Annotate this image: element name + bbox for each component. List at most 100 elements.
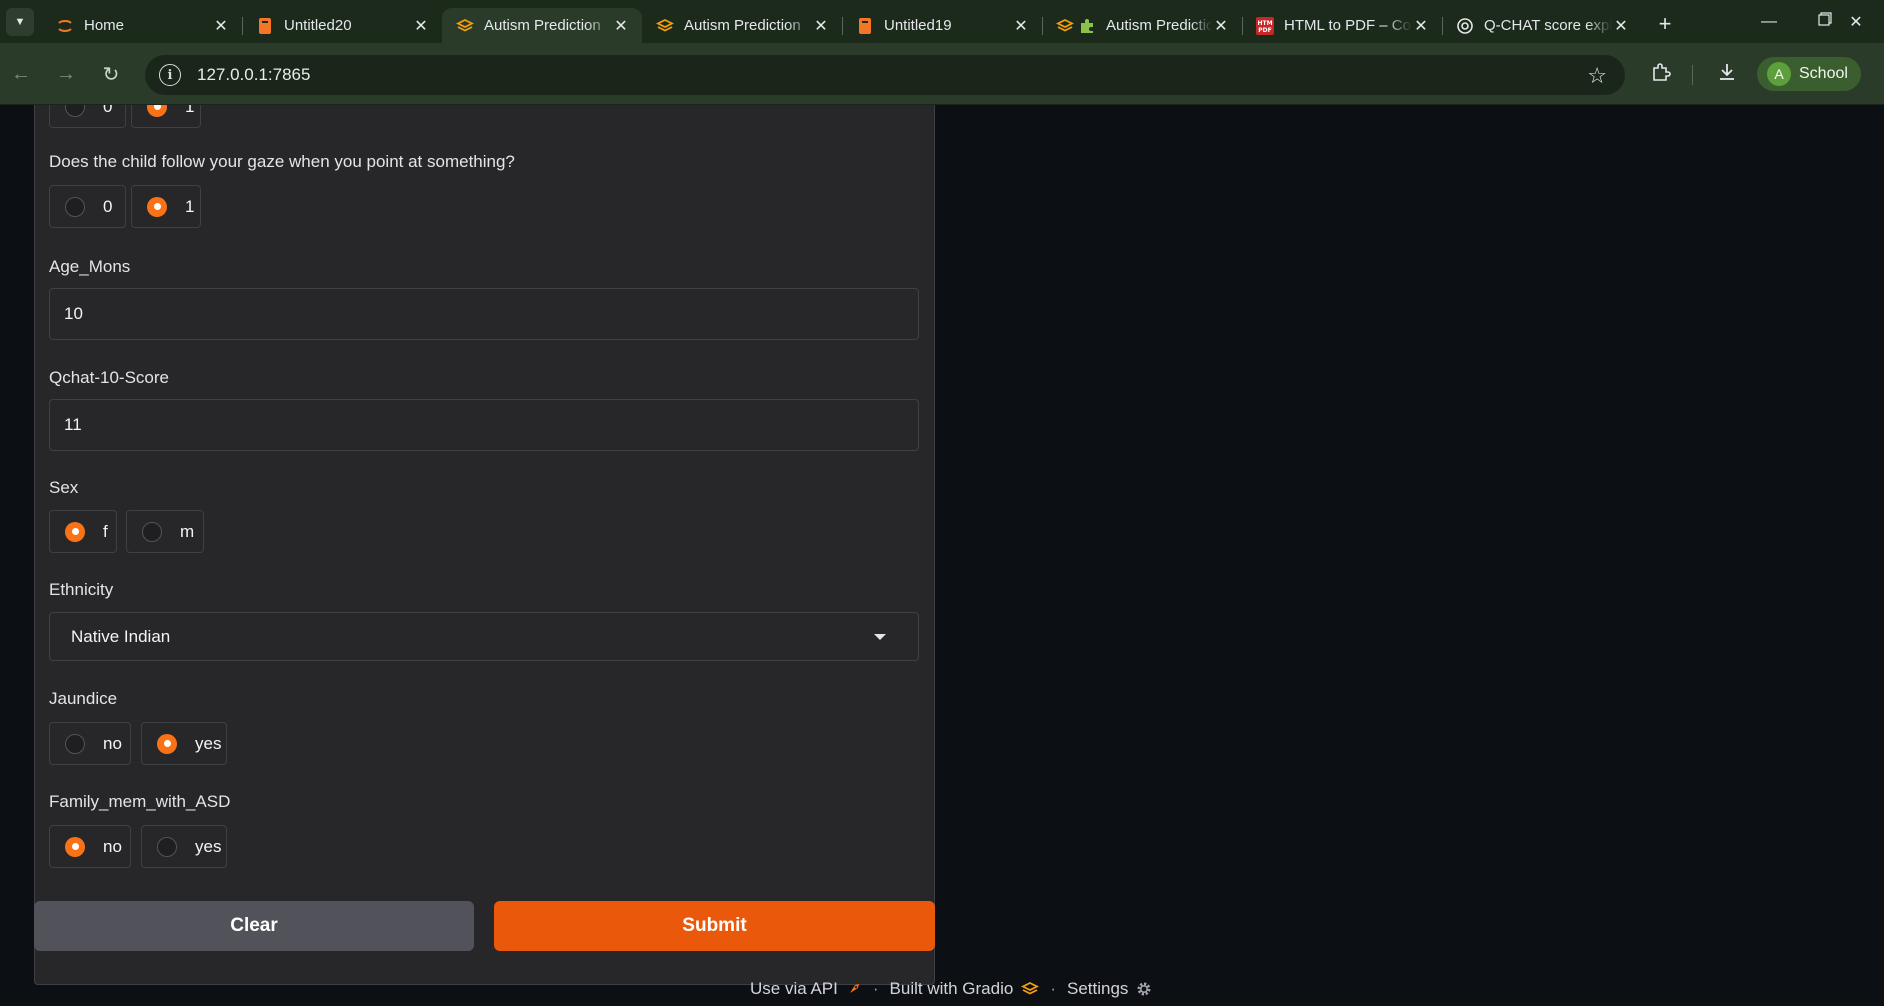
age-input-box[interactable] (49, 288, 919, 340)
tab-untitled19[interactable]: Untitled19 ✕ (842, 8, 1043, 43)
ethnicity-selected-value: Native Indian (71, 626, 171, 646)
ethnicity-dropdown[interactable]: Native Indian (49, 612, 919, 661)
family-option-yes[interactable]: yes (141, 825, 227, 868)
gradio-icon (1056, 17, 1074, 35)
close-icon[interactable]: ✕ (1412, 16, 1430, 36)
radio-button-checked[interactable] (65, 521, 85, 542)
ethnicity-label: Ethnicity (49, 580, 114, 599)
family-option-no[interactable]: no (49, 825, 131, 868)
tab-autism-prediction-hf[interactable]: Autism Prediction ✕ (1042, 8, 1243, 43)
browser-tab-strip: ▼ Home ✕ Untitled20 ✕ Autism Prediction … (0, 0, 1884, 43)
footer: Use via API · Built with Gradio · Settin… (750, 977, 1152, 1001)
gaze-option-1[interactable]: 1 (131, 185, 201, 228)
close-icon[interactable]: ✕ (1212, 16, 1230, 36)
forward-arrow-icon: → (56, 62, 76, 85)
radio-label: m (180, 521, 195, 541)
tab-autism-prediction[interactable]: Autism Prediction ✕ (642, 8, 843, 43)
gradio-icon (656, 17, 674, 35)
html-pdf-icon: HTM PDF (1256, 16, 1274, 35)
gaze-question-label: Does the child follow your gaze when you… (49, 152, 515, 171)
new-tab-button[interactable]: + (1650, 9, 1680, 39)
radio-label: 1 (185, 105, 195, 116)
avatar: A (1767, 62, 1791, 86)
radio-button-checked[interactable] (65, 836, 85, 857)
puzzle-icon (1650, 61, 1672, 88)
close-icon[interactable]: ✕ (812, 16, 830, 36)
radio-label: 1 (185, 196, 195, 216)
sex-option-f[interactable]: f (49, 510, 117, 553)
url-text[interactable]: 127.0.0.1:7865 (197, 65, 310, 85)
tab-html-to-pdf[interactable]: HTMPDF HTML to PDF – Convert ✕ (1242, 8, 1443, 43)
reload-icon: ↻ (102, 63, 120, 86)
radio-button-checked[interactable] (147, 196, 167, 217)
clear-button[interactable]: Clear (34, 901, 474, 951)
jaundice-option-yes[interactable]: yes (141, 722, 227, 765)
gear-icon (1136, 981, 1152, 997)
bookmark-star-icon[interactable]: ☆ (1587, 63, 1607, 89)
site-info-icon[interactable]: i (159, 64, 181, 86)
downloads-button[interactable] (1713, 60, 1741, 88)
address-bar[interactable]: i 127.0.0.1:7865 ☆ (145, 55, 1625, 95)
use-via-api-link[interactable]: Use via API (750, 979, 838, 999)
radio-label: no (103, 836, 122, 856)
sex-label: Sex (49, 478, 79, 497)
rocket-icon (846, 981, 862, 997)
radio-label: no (103, 733, 122, 753)
tab-title: Autism Prediction (684, 17, 801, 34)
jaundice-option-no[interactable]: no (49, 722, 131, 765)
tab-title: Home (84, 17, 125, 34)
age-label: Age_Mons (49, 257, 131, 276)
extensions-button[interactable] (1647, 60, 1675, 88)
settings-link[interactable]: Settings (1067, 979, 1128, 999)
close-icon[interactable]: ✕ (412, 16, 430, 36)
gaze-option-0[interactable]: 0 (49, 185, 126, 228)
built-with-gradio-link[interactable]: Built with Gradio (890, 979, 1014, 999)
age-input[interactable] (50, 289, 918, 339)
tab-title: Untitled20 (284, 17, 352, 34)
qchat-input[interactable] (50, 400, 918, 450)
radio-label: yes (195, 836, 222, 856)
puzzle-icon (1078, 17, 1096, 35)
tab-untitled20[interactable]: Untitled20 ✕ (242, 8, 443, 43)
profile-name: School (1799, 65, 1848, 82)
reload-button[interactable]: ↻ (96, 59, 126, 89)
radio-button-checked[interactable] (147, 105, 167, 117)
tab-list: Home ✕ Untitled20 ✕ Autism Prediction ✕ … (42, 0, 1642, 43)
jaundice-label: Jaundice (49, 689, 118, 708)
radio-button[interactable] (142, 521, 162, 542)
radio-button[interactable] (65, 733, 85, 754)
svg-text:PDF: PDF (1258, 27, 1271, 34)
tab-search-button[interactable]: ▼ (6, 7, 34, 36)
radio-button[interactable] (65, 105, 85, 117)
qchat-input-box[interactable] (49, 399, 919, 451)
close-icon[interactable]: ✕ (1612, 16, 1630, 36)
close-icon[interactable]: ✕ (1012, 16, 1030, 36)
gradio-icon (456, 17, 474, 35)
close-icon[interactable]: ✕ (212, 16, 230, 36)
back-button[interactable]: ← (6, 59, 36, 89)
tab-title: HTML to PDF – Convert (1284, 17, 1412, 34)
close-icon[interactable]: ✕ (612, 16, 630, 36)
minimize-button[interactable]: — (1741, 0, 1797, 43)
radio-button[interactable] (157, 836, 177, 857)
notebook-icon (856, 17, 874, 35)
family-label: Family_mem_with_ASD (49, 792, 231, 811)
page-content: 0 1 Does the child follow your gaze when… (0, 105, 1884, 1006)
window-close-button[interactable]: ✕ (1828, 0, 1884, 43)
tab-autism-prediction-active[interactable]: Autism Prediction ✕ (442, 8, 642, 43)
prev-question-option-0[interactable]: 0 (49, 105, 126, 128)
radio-button[interactable] (65, 196, 85, 217)
forward-button[interactable]: → (51, 59, 81, 89)
radio-button-checked[interactable] (157, 733, 177, 754)
plus-icon: + (1658, 10, 1672, 36)
jupyter-icon (56, 17, 74, 35)
tab-qchat-score[interactable]: Q-CHAT score explained ✕ (1442, 8, 1642, 43)
minimize-icon: — (1761, 12, 1777, 30)
caret-down-icon[interactable] (874, 633, 886, 640)
close-icon: ✕ (1849, 13, 1863, 31)
prev-question-option-1[interactable]: 1 (131, 105, 201, 128)
tab-home[interactable]: Home ✕ (42, 8, 243, 43)
profile-button[interactable]: A School (1757, 57, 1861, 91)
sex-option-m[interactable]: m (126, 510, 204, 553)
submit-button[interactable]: Submit (494, 901, 935, 951)
